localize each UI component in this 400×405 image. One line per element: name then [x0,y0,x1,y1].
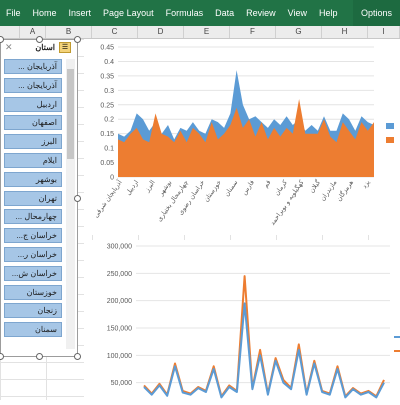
y-tick-label: 50,000 [111,380,133,387]
x-tick-label: فارس [240,179,256,197]
line-chart[interactable]: 50,000 100,000 150,000 200,000 250,000 300,00… [84,240,400,400]
slicer-item[interactable]: ایلام [4,152,62,168]
column-header-h[interactable]: H [322,26,368,38]
y-tick-label: 0.05 [100,160,114,167]
clear-filter-icon[interactable]: ✕ [5,42,13,53]
slicer-item[interactable]: تهران [4,190,62,206]
slicer-item[interactable]: اصفهان [4,115,62,131]
slicer-item[interactable]: خراسان ش... [4,265,62,281]
resize-handle[interactable] [74,36,81,43]
y-tick-label: 250,000 [107,271,132,278]
slicer-title: استان [35,43,55,52]
tab-formulas[interactable]: Formulas [160,0,210,26]
slicer-item-list: آذربایجان ... آذربایجان ... اردبیل اصفها… [4,59,62,341]
y-tick-label: 0.15 [100,131,114,138]
y-tick-label: 0 [110,175,114,182]
tab-help[interactable]: Help [313,0,344,26]
slicer-item[interactable]: بوشهر [4,171,62,187]
tab-data[interactable]: Data [209,0,240,26]
y-tick-label: 300,000 [107,244,132,251]
x-tick-label: خوزستان [202,179,223,204]
slicer-item[interactable]: سمنان [4,322,62,338]
resize-handle[interactable] [74,353,81,360]
y-tick-label: 0.1 [104,146,114,153]
column-header-d[interactable]: D [138,26,184,38]
column-header-b[interactable]: B [46,26,92,38]
slicer-item[interactable]: آذربایجان ... [4,77,62,93]
legend-swatch [386,137,394,143]
area-chart-svg: 0 0.05 0.1 0.15 0.2 0.25 0.3 0.35 0.4 0.45 آذربایج… [91,45,394,227]
resize-handle[interactable] [74,195,81,202]
legend-swatch [386,123,394,129]
tab-page-layout[interactable]: Page Layout [97,0,160,26]
y-tick-label: 200,000 [107,298,132,305]
x-tick-label: البرز [142,178,156,194]
resize-handle[interactable] [36,353,43,360]
y-tick-label: 0.4 [104,59,114,66]
x-tick-label: یزد [360,178,371,190]
y-tick-label: 0.25 [100,102,114,109]
multi-select-icon[interactable]: ☰ [59,42,71,53]
province-slicer[interactable]: ✕ ☰ استان آذربایجان ... آذربایجان ... ار… [0,39,78,357]
tab-options[interactable]: Options [352,0,400,26]
tab-home[interactable]: Home [27,0,63,26]
y-tick-label: 0.35 [100,73,114,80]
y-tick-label: 0.3 [104,88,114,95]
slicer-item[interactable]: خراسان ج... [4,228,62,244]
slicer-item[interactable]: آذربایجان ... [4,59,62,74]
slicer-scrollbar[interactable] [66,59,75,349]
slicer-item[interactable]: البرز [4,134,62,150]
y-tick-label: 0.2 [104,117,114,124]
slicer-item[interactable]: اردبیل [4,96,62,112]
slicer-item[interactable]: خراسان ر... [4,246,62,262]
column-header-c[interactable]: C [92,26,138,38]
y-tick-label: 150,000 [107,326,132,333]
line-chart-svg: 50,000 100,000 150,000 200,000 250,000 300,00… [107,244,400,399]
line-series [143,302,385,399]
column-header-f[interactable]: F [230,26,276,38]
x-tick-label: آذربایجان شرقی [91,177,124,219]
resize-handle[interactable] [36,36,43,43]
tab-view[interactable]: View [282,0,313,26]
y-tick-label: 0.45 [100,45,114,52]
column-header-g[interactable]: G [276,26,322,38]
tab-insert[interactable]: Insert [63,0,98,26]
slicer-item[interactable]: چهارمحال ... [4,209,62,225]
x-tick-label: هرمزگان [335,178,356,203]
area-chart[interactable]: 0 0.05 0.1 0.15 0.2 0.25 0.3 0.35 0.4 0.45 آذربایج… [84,39,400,235]
x-tick-label: اردبیل [124,178,140,196]
tab-review[interactable]: Review [240,0,282,26]
column-header-e[interactable]: E [184,26,230,38]
slicer-item[interactable]: زنجان [4,303,62,319]
x-tick-label: قم [262,179,273,190]
column-header-i[interactable]: I [368,26,400,38]
x-tick-label: گیلان [308,178,323,195]
legend-swatch [394,350,400,352]
legend-swatch [394,336,400,338]
y-tick-label: 100,000 [107,353,132,360]
tab-file[interactable]: File [0,0,27,26]
slicer-item[interactable]: خوزستان [4,284,62,300]
x-tick-label: سمنان [223,179,240,198]
column-header-row: A B C D E F G H I [0,26,400,39]
slicer-scroll-thumb[interactable] [67,69,74,159]
ribbon-tab-bar: File Home Insert Page Layout Formulas Da… [0,0,400,26]
